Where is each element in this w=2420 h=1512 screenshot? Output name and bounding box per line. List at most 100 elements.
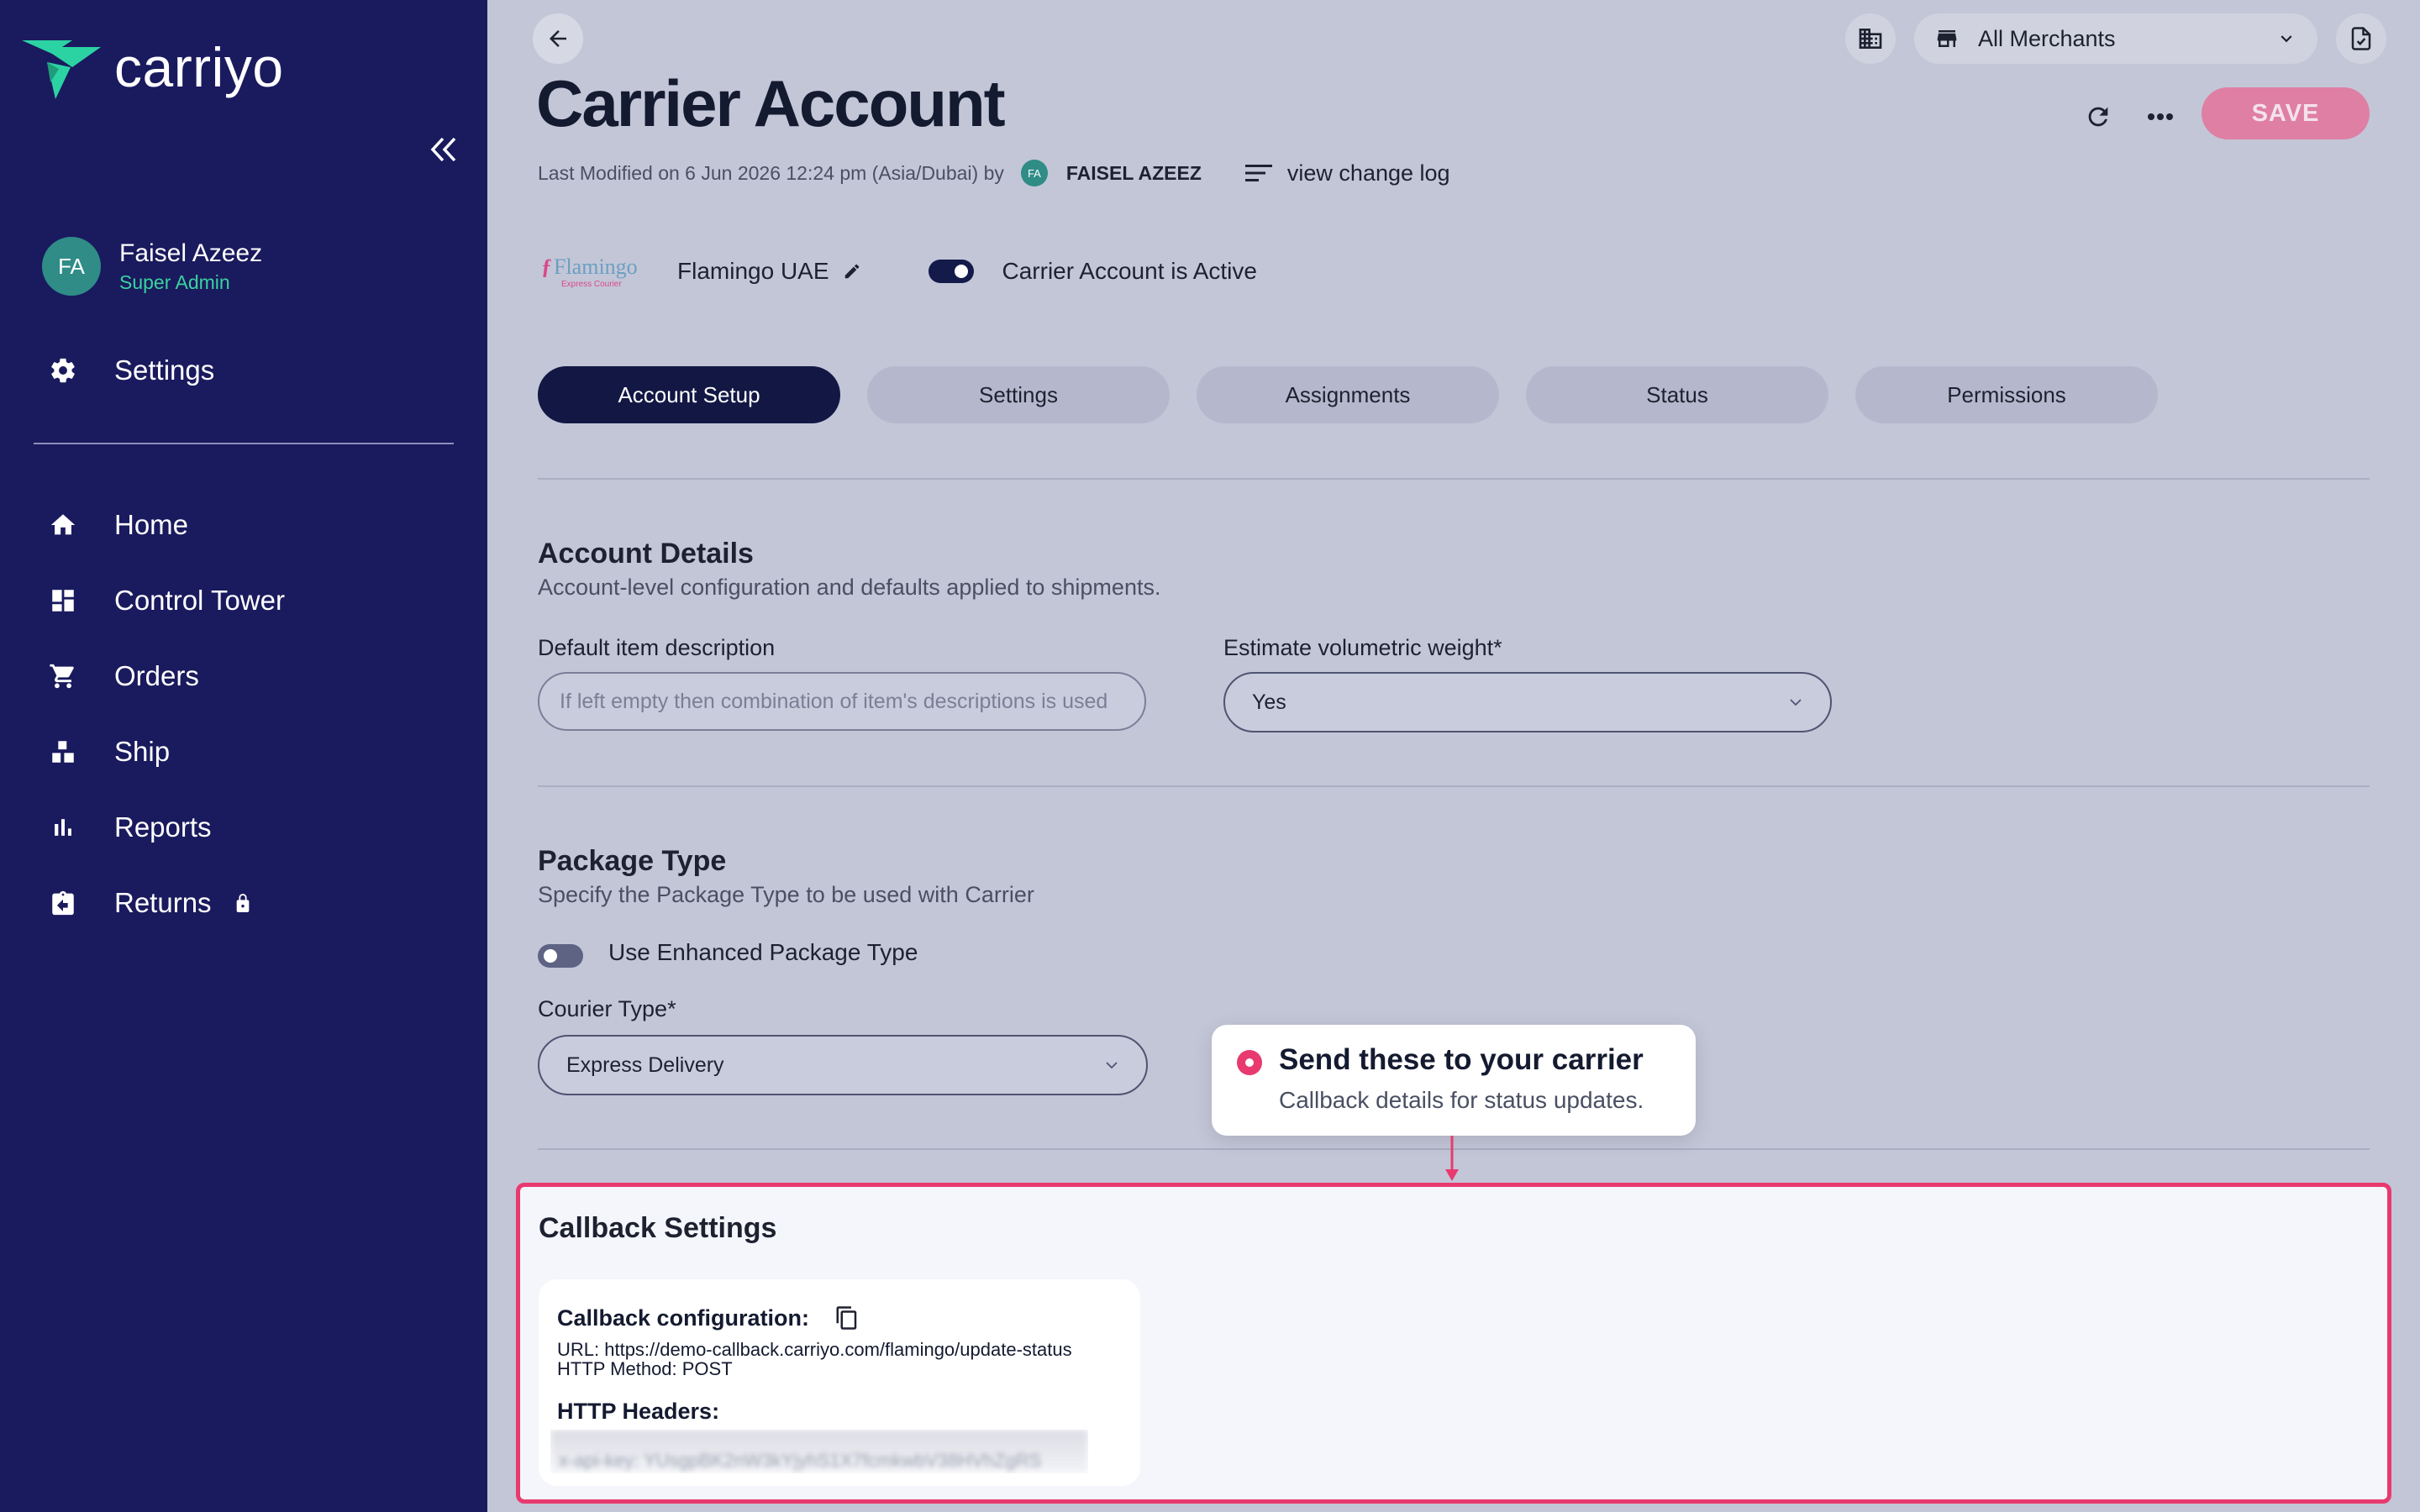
- volumetric-weight-label: Estimate volumetric weight*: [1223, 635, 1502, 660]
- courier-type-select[interactable]: Express Delivery: [538, 1035, 1148, 1095]
- account-details-subtitle: Account-level configuration and defaults…: [538, 575, 1161, 600]
- default-item-description-label: Default item description: [538, 635, 776, 660]
- document-check-icon: [2351, 27, 2371, 50]
- guide-callout: Send these to your carrier Callback deta…: [1212, 1025, 1696, 1136]
- arrow-left-icon: [550, 30, 566, 47]
- sidebar-item-orders[interactable]: Orders: [47, 638, 285, 714]
- double-chevron-left-icon: [430, 137, 456, 162]
- chevron-down-icon: [1106, 1062, 1118, 1069]
- callback-config-title: Callback configuration:: [557, 1305, 810, 1331]
- carrier-active-toggle[interactable]: [928, 260, 974, 283]
- copy-config-button[interactable]: [834, 1305, 860, 1331]
- home-icon: [47, 509, 79, 541]
- chevron-down-icon: [1790, 699, 1802, 706]
- cart-icon: [47, 660, 79, 692]
- copy-icon: [836, 1306, 857, 1330]
- sort-lines-icon: [1244, 165, 1272, 181]
- sidebar-divider: [34, 443, 454, 444]
- callback-settings-panel: Callback Settings Callback configuration…: [516, 1183, 2391, 1504]
- courier-type-label: Courier Type*: [538, 996, 676, 1021]
- modified-user-name: FAISEL AZEEZ: [1065, 161, 1202, 184]
- sidebar-nav: Home Control Tower Orders Ship Reports R…: [47, 487, 285, 941]
- back-button[interactable]: [533, 13, 583, 64]
- save-button[interactable]: SAVE: [2202, 87, 2370, 139]
- lock-icon: [234, 892, 252, 914]
- user-role: Super Admin: [119, 270, 230, 293]
- collapse-sidebar-button[interactable]: [427, 133, 460, 166]
- sidebar-item-label: Ship: [114, 736, 171, 767]
- volumetric-weight-value: Yes: [1252, 690, 1286, 714]
- ship-icon: [47, 736, 79, 768]
- refresh-icon: [2088, 107, 2108, 127]
- toggle-knob: [544, 949, 557, 963]
- callout-subtitle: Callback details for status updates.: [1279, 1087, 1644, 1113]
- tabs: Account Setup Settings Assignments Statu…: [538, 366, 2158, 423]
- callback-url: URL: https://demo-callback.carriyo.com/f…: [557, 1339, 1072, 1360]
- last-modified-info: Last Modified on 6 Jun 2026 12:24 pm (As…: [538, 160, 1450, 186]
- tab-assignments[interactable]: Assignments: [1197, 366, 1499, 423]
- sidebar-item-returns[interactable]: Returns: [47, 865, 285, 941]
- document-button[interactable]: [2336, 13, 2386, 64]
- callout-dot-icon: [1237, 1050, 1262, 1075]
- organization-button[interactable]: [1845, 13, 1896, 64]
- more-options-button[interactable]: [2141, 97, 2180, 136]
- user-profile[interactable]: FA Faisel Azeez Super Admin: [42, 237, 262, 296]
- carrier-logo: ƒ Flamingo Express Courier: [541, 249, 650, 294]
- tab-account-setup[interactable]: Account Setup: [538, 366, 840, 423]
- carriyo-logo[interactable]: carriyo: [22, 36, 284, 101]
- sidebar-item-label: Reports: [114, 811, 212, 843]
- dashboard-icon: [47, 585, 79, 617]
- sidebar-item-reports[interactable]: Reports: [47, 790, 285, 865]
- sidebar-item-label: Settings: [114, 354, 215, 386]
- bar-chart-icon: [47, 811, 79, 843]
- sidebar-item-label: Control Tower: [114, 585, 285, 616]
- callback-config-card: Callback configuration: URL: https://dem…: [539, 1279, 1140, 1486]
- pencil-icon: [844, 264, 859, 279]
- user-name: Faisel Azeez: [119, 239, 263, 267]
- courier-type-value: Express Delivery: [566, 1053, 724, 1077]
- tab-permissions[interactable]: Permissions: [1855, 366, 2158, 423]
- last-modified-text: Last Modified on 6 Jun 2026 12:24 pm (As…: [538, 161, 1004, 184]
- volumetric-weight-select[interactable]: Yes: [1223, 672, 1832, 732]
- account-details-title: Account Details: [538, 538, 754, 570]
- edit-carrier-name-button[interactable]: [843, 262, 861, 281]
- package-type-subtitle: Specify the Package Type to be used with…: [538, 882, 1034, 907]
- callout-title: Send these to your carrier: [1279, 1043, 1644, 1076]
- sidebar-item-settings[interactable]: Settings: [47, 354, 214, 386]
- sidebar-item-control-tower[interactable]: Control Tower: [47, 563, 285, 638]
- sidebar-item-home[interactable]: Home: [47, 487, 285, 563]
- merchant-select[interactable]: All Merchants: [1914, 13, 2317, 64]
- enhanced-package-type-toggle[interactable]: [538, 944, 583, 968]
- enhanced-package-type-label: Use Enhanced Package Type: [608, 939, 918, 965]
- view-change-log-link[interactable]: view change log: [1244, 160, 1450, 186]
- merchant-select-value: All Merchants: [1978, 25, 2116, 51]
- carrier-logo-tagline: Express Courier: [561, 279, 622, 289]
- toggle-knob: [954, 265, 968, 278]
- store-icon: [1937, 30, 1957, 47]
- divider: [538, 478, 2370, 480]
- avatar: FA: [42, 237, 101, 296]
- callback-settings-title: Callback Settings: [539, 1212, 777, 1244]
- returns-icon: [47, 887, 79, 919]
- carrier-header: ƒ Flamingo Express Courier Flamingo UAE C…: [541, 249, 1257, 294]
- flamingo-logo-icon: ƒ: [541, 254, 552, 279]
- http-headers-title: HTTP Headers:: [557, 1399, 720, 1424]
- sidebar: carriyo FA Faisel Azeez Super Admin Sett…: [0, 0, 487, 1512]
- more-horizontal-icon: [2148, 113, 2173, 120]
- refresh-button[interactable]: [2079, 97, 2118, 136]
- sidebar-item-label: Home: [114, 509, 189, 540]
- building-icon: [1859, 29, 1882, 49]
- http-headers-redacted: x-api-key: YUsgpBK2nW3kYjyhS1X7fcmkwbV38…: [550, 1430, 1088, 1473]
- page-title: Carrier Account: [536, 66, 1006, 140]
- carriyo-logo-icon: [22, 40, 101, 99]
- tab-status[interactable]: Status: [1526, 366, 1828, 423]
- chevron-down-icon: [2281, 35, 2292, 43]
- tab-settings[interactable]: Settings: [867, 366, 1170, 423]
- change-log-label: view change log: [1286, 160, 1450, 186]
- user-info: Faisel Azeez Super Admin: [119, 239, 262, 294]
- arrow-down-icon: [1445, 1136, 1459, 1181]
- default-item-description-input[interactable]: [538, 672, 1146, 731]
- carrier-active-label: Carrier Account is Active: [1002, 258, 1257, 284]
- package-type-title: Package Type: [538, 845, 727, 877]
- sidebar-item-ship[interactable]: Ship: [47, 714, 285, 790]
